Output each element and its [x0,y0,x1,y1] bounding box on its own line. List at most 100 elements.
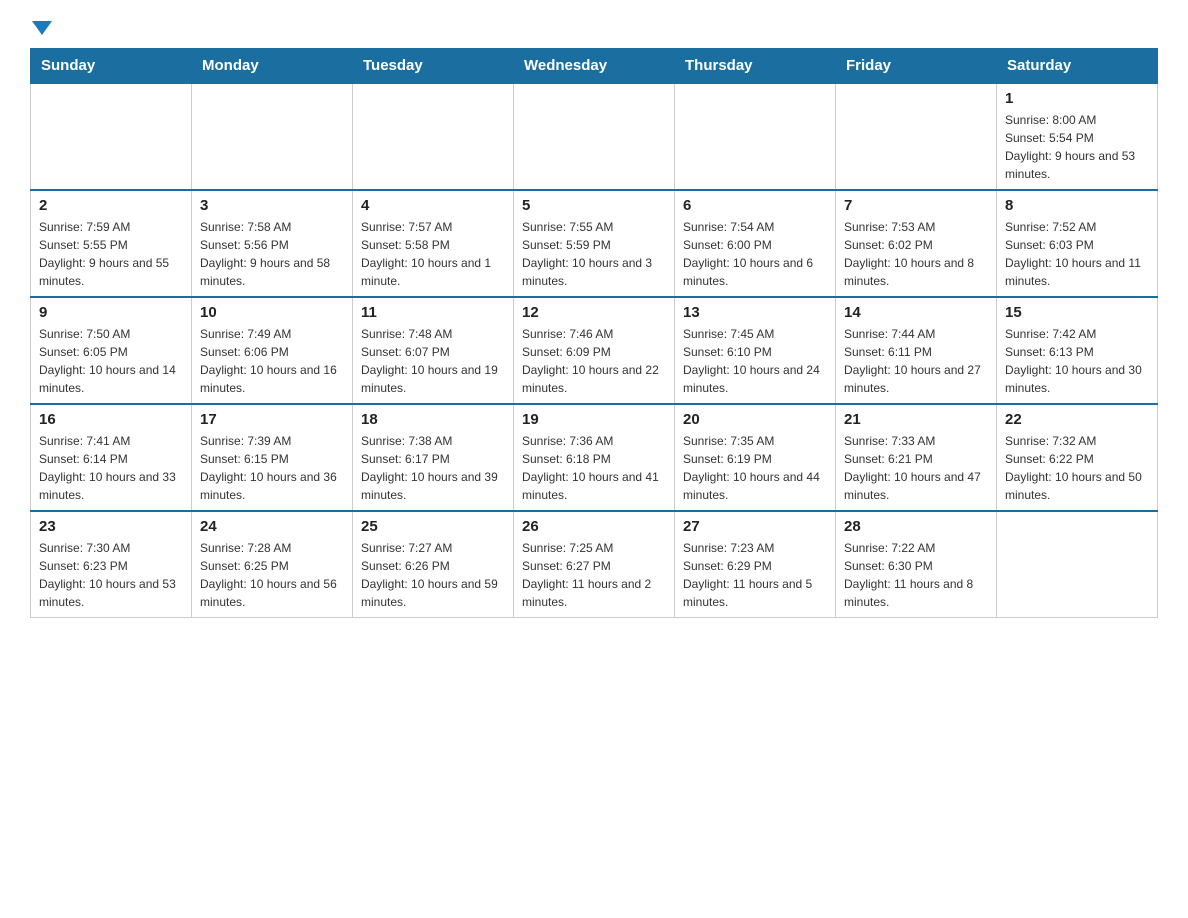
day-info: Sunrise: 7:23 AMSunset: 6:29 PMDaylight:… [683,539,827,611]
day-number: 6 [683,197,827,214]
calendar-cell: 13Sunrise: 7:45 AMSunset: 6:10 PMDayligh… [675,297,836,404]
day-number: 7 [844,197,988,214]
day-info: Sunrise: 7:48 AMSunset: 6:07 PMDaylight:… [361,325,505,397]
day-info: Sunrise: 7:54 AMSunset: 6:00 PMDaylight:… [683,218,827,290]
day-info: Sunrise: 7:36 AMSunset: 6:18 PMDaylight:… [522,432,666,504]
day-number: 1 [1005,90,1149,107]
day-info: Sunrise: 7:25 AMSunset: 6:27 PMDaylight:… [522,539,666,611]
calendar-cell: 22 Sunrise: 7:32 AMSunset: 6:22 PMDayligh… [997,404,1158,511]
day-info: Sunrise: 7:52 AMSunset: 6:03 PMDaylight:… [1005,218,1149,290]
day-info: Sunrise: 7:46 AMSunset: 6:09 PMDaylight:… [522,325,666,397]
calendar-cell: 1 Sunrise: 8:00 AMSunset: 5:54 PMDaylight… [997,83,1158,190]
calendar-cell [675,83,836,190]
day-info: Sunrise: 7:45 AMSunset: 6:10 PMDaylight:… [683,325,827,397]
logo-arrow-icon [32,21,52,35]
day-info: Sunrise: 7:35 AMSunset: 6:19 PMDaylight:… [683,432,827,504]
day-info: Sunrise: 7:58 AMSunset: 5:56 PMDaylight:… [200,218,344,290]
calendar-cell: 24 Sunrise: 7:28 AMSunset: 6:25 PMDayligh… [192,511,353,618]
weekday-header-saturday: Saturday [997,49,1158,84]
calendar-cell: 10Sunrise: 7:49 AMSunset: 6:06 PMDayligh… [192,297,353,404]
calendar-cell: 8 Sunrise: 7:52 AMSunset: 6:03 PMDaylight… [997,190,1158,297]
weekday-header-friday: Friday [836,49,997,84]
calendar-cell [192,83,353,190]
calendar-cell: 18 Sunrise: 7:38 AMSunset: 6:17 PMDayligh… [353,404,514,511]
day-info: Sunrise: 7:42 AMSunset: 6:13 PMDaylight:… [1005,325,1149,397]
day-info: Sunrise: 7:53 AMSunset: 6:02 PMDaylight:… [844,218,988,290]
day-info: Sunrise: 7:28 AMSunset: 6:25 PMDaylight:… [200,539,344,611]
day-number: 23 [39,518,183,535]
day-info: Sunrise: 7:50 AMSunset: 6:05 PMDaylight:… [39,325,183,397]
day-number: 4 [361,197,505,214]
calendar-cell: 19 Sunrise: 7:36 AMSunset: 6:18 PMDayligh… [514,404,675,511]
day-info: Sunrise: 7:57 AMSunset: 5:58 PMDaylight:… [361,218,505,290]
day-info: Sunrise: 8:00 AMSunset: 5:54 PMDaylight:… [1005,111,1149,183]
day-info: Sunrise: 7:32 AMSunset: 6:22 PMDaylight:… [1005,432,1149,504]
day-number: 2 [39,197,183,214]
weekday-header-monday: Monday [192,49,353,84]
weekday-header-thursday: Thursday [675,49,836,84]
day-number: 22 [1005,411,1149,428]
calendar-cell: 20 Sunrise: 7:35 AMSunset: 6:19 PMDayligh… [675,404,836,511]
day-number: 11 [361,304,505,321]
day-number: 20 [683,411,827,428]
day-number: 26 [522,518,666,535]
calendar-cell: 25 Sunrise: 7:27 AMSunset: 6:26 PMDayligh… [353,511,514,618]
day-number: 18 [361,411,505,428]
day-info: Sunrise: 7:38 AMSunset: 6:17 PMDaylight:… [361,432,505,504]
day-info: Sunrise: 7:22 AMSunset: 6:30 PMDaylight:… [844,539,988,611]
day-info: Sunrise: 7:41 AMSunset: 6:14 PMDaylight:… [39,432,183,504]
day-number: 27 [683,518,827,535]
calendar-cell: 14Sunrise: 7:44 AMSunset: 6:11 PMDayligh… [836,297,997,404]
weekday-header-row: SundayMondayTuesdayWednesdayThursdayFrid… [31,49,1158,84]
calendar-cell [353,83,514,190]
calendar-cell: 16 Sunrise: 7:41 AMSunset: 6:14 PMDayligh… [31,404,192,511]
weekday-header-tuesday: Tuesday [353,49,514,84]
weekday-header-sunday: Sunday [31,49,192,84]
day-number: 5 [522,197,666,214]
day-info: Sunrise: 7:55 AMSunset: 5:59 PMDaylight:… [522,218,666,290]
day-number: 24 [200,518,344,535]
calendar-cell: 15 Sunrise: 7:42 AMSunset: 6:13 PMDayligh… [997,297,1158,404]
calendar-cell: 23 Sunrise: 7:30 AMSunset: 6:23 PMDayligh… [31,511,192,618]
day-info: Sunrise: 7:59 AMSunset: 5:55 PMDaylight:… [39,218,183,290]
calendar-cell: 27 Sunrise: 7:23 AMSunset: 6:29 PMDayligh… [675,511,836,618]
day-number: 10 [200,304,344,321]
calendar-table: SundayMondayTuesdayWednesdayThursdayFrid… [30,48,1158,618]
calendar-cell: 17 Sunrise: 7:39 AMSunset: 6:15 PMDayligh… [192,404,353,511]
day-info: Sunrise: 7:44 AMSunset: 6:11 PMDaylight:… [844,325,988,397]
day-number: 8 [1005,197,1149,214]
calendar-cell: 2 Sunrise: 7:59 AMSunset: 5:55 PMDaylight… [31,190,192,297]
day-number: 12 [522,304,666,321]
week-row-5: 23 Sunrise: 7:30 AMSunset: 6:23 PMDayligh… [31,511,1158,618]
calendar-cell: 26 Sunrise: 7:25 AMSunset: 6:27 PMDayligh… [514,511,675,618]
day-number: 21 [844,411,988,428]
day-info: Sunrise: 7:27 AMSunset: 6:26 PMDaylight:… [361,539,505,611]
day-number: 16 [39,411,183,428]
day-number: 19 [522,411,666,428]
page-header [30,24,1158,38]
calendar-cell: 9 Sunrise: 7:50 AMSunset: 6:05 PMDaylight… [31,297,192,404]
logo [30,24,52,38]
day-number: 9 [39,304,183,321]
calendar-cell [31,83,192,190]
day-number: 3 [200,197,344,214]
day-number: 25 [361,518,505,535]
day-number: 28 [844,518,988,535]
day-info: Sunrise: 7:30 AMSunset: 6:23 PMDaylight:… [39,539,183,611]
day-number: 15 [1005,304,1149,321]
calendar-cell: 7 Sunrise: 7:53 AMSunset: 6:02 PMDaylight… [836,190,997,297]
calendar-cell: 21 Sunrise: 7:33 AMSunset: 6:21 PMDayligh… [836,404,997,511]
week-row-4: 16 Sunrise: 7:41 AMSunset: 6:14 PMDayligh… [31,404,1158,511]
week-row-2: 2 Sunrise: 7:59 AMSunset: 5:55 PMDaylight… [31,190,1158,297]
weekday-header-wednesday: Wednesday [514,49,675,84]
calendar-cell: 5 Sunrise: 7:55 AMSunset: 5:59 PMDaylight… [514,190,675,297]
day-number: 17 [200,411,344,428]
calendar-cell [836,83,997,190]
calendar-cell: 11 Sunrise: 7:48 AMSunset: 6:07 PMDayligh… [353,297,514,404]
calendar-cell: 3 Sunrise: 7:58 AMSunset: 5:56 PMDaylight… [192,190,353,297]
day-info: Sunrise: 7:39 AMSunset: 6:15 PMDaylight:… [200,432,344,504]
day-info: Sunrise: 7:33 AMSunset: 6:21 PMDaylight:… [844,432,988,504]
week-row-1: 1 Sunrise: 8:00 AMSunset: 5:54 PMDaylight… [31,83,1158,190]
week-row-3: 9 Sunrise: 7:50 AMSunset: 6:05 PMDaylight… [31,297,1158,404]
calendar-cell: 12 Sunrise: 7:46 AMSunset: 6:09 PMDayligh… [514,297,675,404]
